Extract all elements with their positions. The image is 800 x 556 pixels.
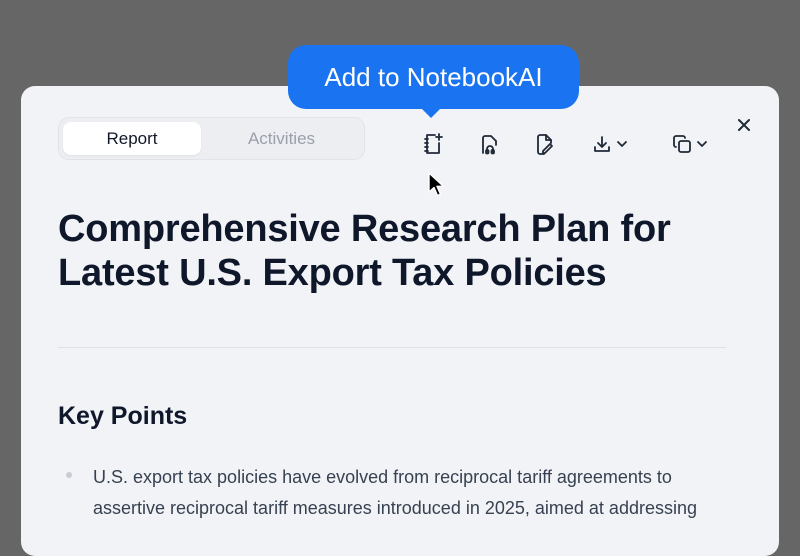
tab-report[interactable]: Report: [63, 122, 201, 155]
chevron-down-icon: [696, 141, 707, 147]
copy-menu-button[interactable]: [669, 130, 711, 158]
headphones-icon: [482, 135, 497, 155]
report-panel: Report Activities Comprehensive Research…: [21, 86, 779, 556]
add-to-notebook-icon: [424, 133, 443, 154]
tooltip-arrow: [421, 108, 441, 118]
tab-activities[interactable]: Activities: [209, 122, 354, 155]
document-title: Comprehensive Research Plan for Latest U…: [58, 208, 671, 294]
view-switcher: Report Activities: [58, 117, 365, 160]
divider: [58, 347, 726, 348]
listen-button[interactable]: [476, 130, 502, 158]
edit-document-icon: [537, 134, 553, 155]
chevron-down-icon: [616, 141, 627, 147]
add-to-notebook-button[interactable]: [420, 130, 446, 158]
download-menu-button[interactable]: [589, 130, 631, 158]
list-item: U.S. export tax policies have evolved fr…: [58, 462, 738, 524]
bullet-dot: [66, 472, 72, 478]
copy-icon: [672, 135, 691, 153]
mouse-cursor-icon: [428, 172, 445, 197]
close-button[interactable]: [733, 114, 755, 136]
section-heading-key-points: Key Points: [58, 402, 188, 430]
download-icon: [593, 136, 610, 152]
list-item-text: U.S. export tax policies have evolved fr…: [93, 467, 697, 518]
edit-document-button[interactable]: [533, 130, 557, 158]
add-to-notebook-tooltip: Add to NotebookAI: [288, 45, 579, 109]
key-points-list: U.S. export tax policies have evolved fr…: [58, 462, 738, 524]
close-icon: [738, 119, 750, 131]
